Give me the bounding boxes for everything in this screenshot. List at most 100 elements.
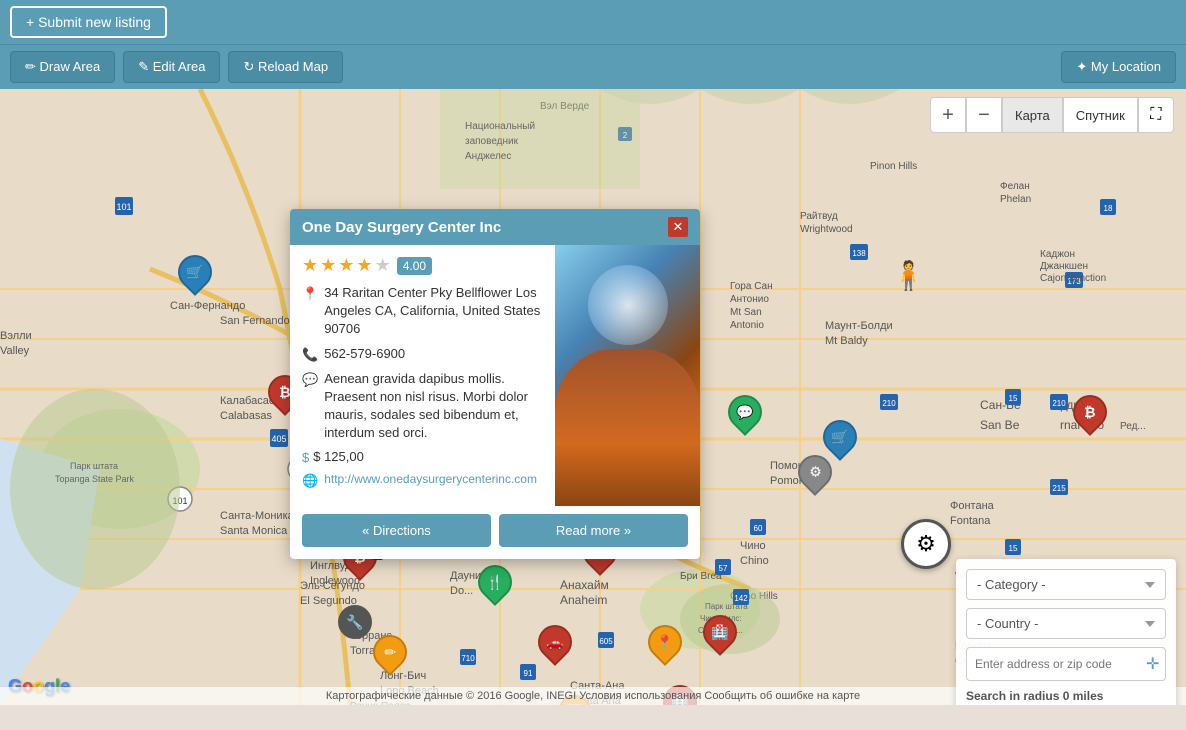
svg-text:Fontana: Fontana [950, 515, 991, 527]
svg-text:Topanga State Park: Topanga State Park [55, 474, 135, 484]
star-1: ★ [302, 255, 318, 276]
svg-text:заповедник: заповедник [465, 136, 519, 147]
comment-icon: 💬 [302, 371, 318, 389]
popup-website[interactable]: http://www.onedaysurgerycenterinc.com [324, 471, 537, 488]
svg-text:605: 605 [599, 637, 613, 646]
map-marker[interactable]: 🍴 [478, 565, 512, 599]
star-3: ★ [338, 255, 354, 276]
svg-text:15: 15 [1009, 394, 1018, 403]
popup-title: One Day Surgery Center Inc [302, 219, 501, 236]
svg-text:San Fernando: San Fernando [220, 315, 290, 327]
address-input-row: ✛ [966, 647, 1166, 681]
map-marker[interactable]: 🛒 [178, 255, 212, 289]
map-controls: + − Карта Спутник ⛶ [930, 97, 1174, 133]
map-marker[interactable]: ₿ [1073, 395, 1107, 429]
map-marker[interactable]: ✏ [373, 635, 407, 669]
svg-text:Фонтана: Фонтана [950, 500, 995, 512]
map-marker[interactable]: ⚙ [798, 455, 832, 489]
svg-text:18: 18 [1104, 204, 1113, 213]
directions-button[interactable]: « Directions [302, 514, 491, 547]
svg-text:60: 60 [754, 524, 763, 533]
category-select[interactable]: - Category - [966, 569, 1166, 600]
svg-text:Национальный: Национальный [465, 121, 535, 132]
draw-area-button[interactable]: ✏ Draw Area [10, 51, 115, 83]
svg-text:Райтвуд: Райтвуд [800, 211, 838, 222]
radius-label: Search in radius 0 miles [966, 689, 1166, 703]
svg-text:Санта-Моника: Санта-Моника [220, 510, 295, 522]
svg-text:Cajon Junction: Cajon Junction [1040, 273, 1106, 284]
svg-text:Калабасас: Калабасас [220, 395, 275, 407]
edit-area-button[interactable]: ✎ Edit Area [123, 51, 220, 83]
svg-text:101: 101 [116, 202, 131, 212]
address-input[interactable] [967, 650, 1138, 678]
website-row: 🌐 http://www.onedaysurgerycenterinc.com [302, 471, 543, 490]
svg-text:210: 210 [882, 399, 896, 408]
svg-text:Анахайм: Анахайм [560, 578, 609, 592]
svg-text:Парк штата: Парк штата [70, 461, 118, 471]
svg-text:Джанкшен: Джанкшен [1040, 261, 1088, 272]
svg-text:405: 405 [271, 434, 286, 444]
listing-popup: One Day Surgery Center Inc ✕ ★ ★ ★ ★ ★ 4… [290, 209, 700, 559]
svg-text:Ред...: Ред... [1120, 421, 1146, 432]
submit-listing-button[interactable]: + Submit new listing [10, 6, 167, 38]
popup-phone: 562-579-6900 [324, 345, 405, 363]
star-4: ★ [356, 255, 372, 276]
zoom-in-button[interactable]: + [930, 97, 966, 133]
svg-text:San Be: San Be [980, 418, 1020, 432]
star-5: ★ [375, 255, 391, 276]
svg-text:Маунт-Болди: Маунт-Болди [825, 320, 893, 332]
map-toolbar: ✏ Draw Area ✎ Edit Area ↻ Reload Map ✦ M… [0, 44, 1186, 89]
svg-text:Phelan: Phelan [1000, 194, 1031, 205]
svg-text:Valley: Valley [0, 345, 30, 357]
svg-text:15: 15 [1009, 544, 1018, 553]
map-type-button[interactable]: Карта [1002, 97, 1063, 133]
phone-row: 📞 562-579-6900 [302, 345, 543, 364]
map-marker[interactable]: 🏥 [703, 615, 737, 649]
svg-text:Чино: Чино [740, 540, 766, 552]
popup-description: Aenean gravida dapibus mollis. Praesent … [324, 370, 543, 443]
top-bar: + Submit new listing [0, 0, 1186, 44]
svg-text:Mt Baldy: Mt Baldy [825, 335, 868, 347]
map-marker[interactable]: 📍 [648, 625, 682, 659]
zoom-out-button[interactable]: − [966, 97, 1002, 133]
rating-badge: 4.00 [397, 257, 432, 275]
map-marker[interactable]: 🔧 [338, 605, 372, 639]
attribution-text: Картографические данные © 2016 Google, I… [326, 690, 860, 702]
svg-text:210: 210 [1052, 399, 1066, 408]
street-view-pegman[interactable]: 🧍 [891, 259, 926, 292]
svg-text:Сан-Фернандо: Сан-Фернандо [170, 300, 245, 312]
popup-address: 34 Raritan Center Pky Bellflower Los Ang… [324, 284, 543, 339]
popup-actions: « Directions Read more » [290, 506, 700, 559]
star-2: ★ [320, 255, 336, 276]
popup-close-button[interactable]: ✕ [668, 217, 688, 237]
svg-text:Дауни: Дауни [450, 570, 481, 582]
map-marker[interactable]: 🚗 [538, 625, 572, 659]
map-marker[interactable]: 💬 [728, 395, 762, 429]
read-more-button[interactable]: Read more » [499, 514, 688, 547]
svg-text:215: 215 [1052, 484, 1066, 493]
popup-image [555, 245, 700, 506]
satellite-type-button[interactable]: Спутник [1063, 97, 1138, 133]
svg-text:Calabasas: Calabasas [220, 410, 272, 422]
svg-text:Santa Monica: Santa Monica [220, 525, 288, 537]
svg-text:Гора Сан: Гора Сан [730, 281, 773, 292]
my-location-button[interactable]: ✦ My Location [1061, 51, 1176, 83]
reload-map-button[interactable]: ↻ Reload Map [228, 51, 343, 83]
rating-stars: ★ ★ ★ ★ ★ 4.00 [302, 255, 543, 276]
svg-text:Anaheim: Anaheim [560, 593, 607, 607]
description-row: 💬 Aenean gravida dapibus mollis. Praesen… [302, 370, 543, 443]
map-marker[interactable]: 🛒 [823, 420, 857, 454]
map-container: 101 405 Санта-Моника Santa Monica Торран… [0, 89, 1186, 705]
svg-text:Do...: Do... [450, 585, 473, 597]
popup-price: $ 125,00 [313, 449, 364, 464]
svg-text:Inglewood: Inglewood [310, 575, 360, 587]
country-select[interactable]: - Country - [966, 608, 1166, 639]
svg-text:Mt San: Mt San [730, 307, 762, 318]
map-filter-icon[interactable]: ⚙ [901, 519, 951, 569]
locate-button[interactable]: ✛ [1138, 648, 1166, 680]
svg-text:138: 138 [852, 249, 866, 258]
expand-map-button[interactable]: ⛶ [1138, 97, 1174, 133]
svg-text:Wrightwood: Wrightwood [800, 224, 853, 235]
svg-text:Pinon Hills: Pinon Hills [870, 161, 917, 172]
svg-text:Antonio: Antonio [730, 320, 764, 331]
